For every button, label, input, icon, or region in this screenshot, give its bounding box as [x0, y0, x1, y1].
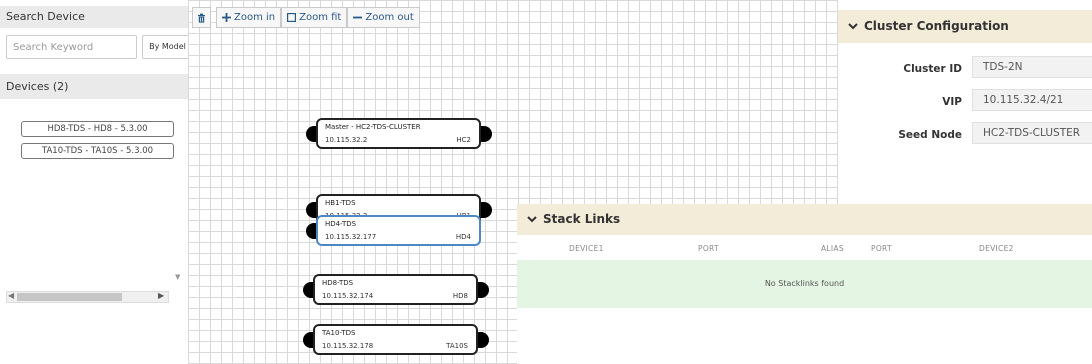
search-device-header: Search Device	[0, 6, 188, 28]
vip-label: VIP	[942, 96, 962, 108]
cluster-id-field[interactable]: TDS-2N	[972, 56, 1092, 78]
left-panel: Search Device By Model Devices (2) HD8-T…	[0, 0, 192, 364]
node-model: TA10S	[446, 342, 468, 350]
node-model: HD8	[452, 292, 468, 300]
node-name: TA10-TDS	[322, 329, 356, 337]
column-header-device2[interactable]: DEVICE2	[979, 244, 1014, 253]
delete-button[interactable]	[192, 7, 211, 28]
zoom-out-button[interactable]: Zoom out	[347, 7, 420, 28]
node-name: Master - HC2-TDS-CLUSTER	[325, 123, 421, 131]
column-header-port2[interactable]: PORT	[871, 244, 892, 253]
cluster-config-title: Cluster Configuration	[864, 19, 1009, 33]
node-name: HB1-TDS	[325, 199, 356, 207]
stack-links-title: Stack Links	[543, 212, 621, 226]
scroll-left-icon[interactable]: ◀	[8, 291, 14, 300]
zoom-fit-label: Zoom fit	[299, 12, 342, 23]
device-list: HD8-TDS - HD8 - 5.3.00 TA10-TDS - TA10S …	[0, 99, 174, 273]
chevron-down-icon	[527, 205, 537, 236]
devices-header: Devices (2)	[0, 74, 188, 99]
zoom-in-label: Zoom in	[234, 12, 276, 23]
canvas-toolbar: Zoom in Zoom fit Zoom out	[192, 7, 420, 28]
node-name: HD8-TDS	[322, 279, 354, 287]
column-header-alias[interactable]: ALIAS	[821, 244, 844, 253]
seed-node-field[interactable]: HC2-TDS-CLUSTER	[972, 122, 1092, 144]
device-list-item[interactable]: TA10-TDS - TA10S - 5.3.00	[21, 143, 174, 159]
minus-icon	[353, 13, 363, 22]
column-header-port[interactable]: PORT	[698, 244, 719, 253]
chevron-down-icon	[848, 11, 858, 44]
horizontal-scrollbar[interactable]: ◀ ▶	[6, 291, 169, 303]
device-list-item[interactable]: HD8-TDS - HD8 - 5.3.00	[21, 121, 174, 137]
topology-node[interactable]: HD8-TDS 10.115.32.174 HD8	[313, 274, 478, 305]
search-mode-dropdown[interactable]: By Model	[142, 35, 192, 59]
column-header-device1[interactable]: DEVICE1	[569, 244, 604, 253]
cluster-config-header[interactable]: Cluster Configuration	[838, 10, 1092, 43]
vip-field[interactable]: 10.115.32.4/21	[972, 89, 1092, 111]
node-ip: 10.115.32.174	[322, 292, 374, 300]
zoom-in-button[interactable]: Zoom in	[216, 7, 282, 28]
search-row: By Model	[6, 35, 192, 59]
topology-node[interactable]: Master - HC2-TDS-CLUSTER 10.115.32.2 HC2	[316, 118, 481, 149]
zoom-fit-button[interactable]: Zoom fit	[281, 7, 348, 28]
scroll-down-icon[interactable]: ▼	[175, 273, 180, 281]
node-model: HD4	[455, 233, 471, 241]
node-ip: 10.115.32.178	[322, 342, 374, 350]
zoom-out-label: Zoom out	[365, 12, 414, 23]
app-root: Search Device By Model Devices (2) HD8-T…	[0, 0, 1092, 364]
stack-links-header[interactable]: Stack Links	[517, 204, 1092, 235]
scroll-right-icon[interactable]: ▶	[158, 291, 164, 300]
node-model: HC2	[456, 136, 471, 144]
empty-table-message: No Stacklinks found	[517, 260, 1092, 308]
node-ip: 10.115.32.2	[325, 136, 368, 144]
seed-node-label: Seed Node	[898, 129, 962, 141]
plus-icon	[222, 13, 231, 22]
search-input[interactable]	[6, 35, 137, 59]
cluster-id-label: Cluster ID	[903, 63, 962, 75]
trash-icon	[197, 13, 206, 23]
topology-node-selected[interactable]: HD4-TDS 10.115.32.177 HD4	[316, 215, 481, 246]
cluster-config-panel: Cluster Configuration Cluster ID TDS-2N …	[838, 0, 1092, 203]
node-name: HD4-TDS	[325, 220, 357, 228]
topology-node[interactable]: TA10-TDS 10.115.32.178 TA10S	[313, 324, 478, 355]
square-icon	[287, 13, 297, 22]
stack-links-panel: Stack Links DEVICE1 PORT ALIAS PORT DEVI…	[517, 204, 1092, 364]
scrollbar-thumb[interactable]	[17, 293, 122, 301]
node-ip: 10.115.32.177	[325, 233, 377, 241]
